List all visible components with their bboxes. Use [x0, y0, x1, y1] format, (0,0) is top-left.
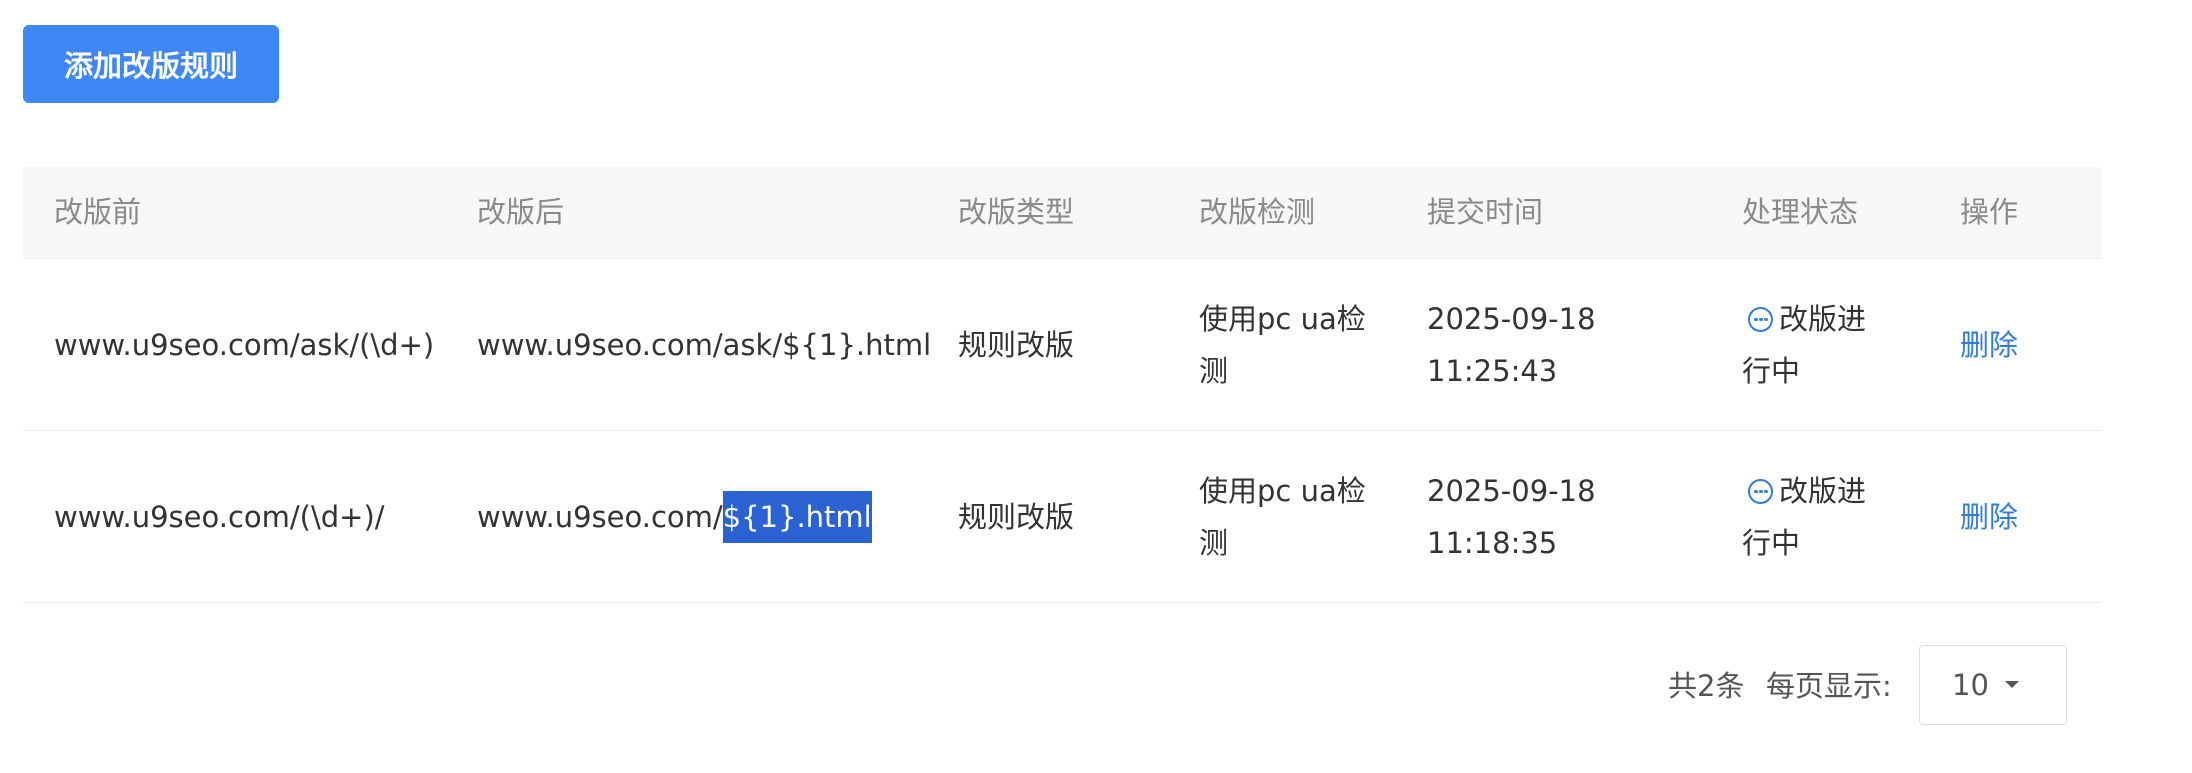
cell-action: 删除: [1960, 259, 2080, 430]
pagination: 共2条 每页显示: 10: [0, 645, 2192, 727]
submit-date: 2025-09-18: [1427, 301, 1596, 336]
caret-down-icon: [2005, 681, 2019, 688]
header-status: 处理状态: [1742, 195, 1859, 229]
cell-action: 删除: [1960, 431, 2080, 602]
cell-check: 使用pc ua检测: [1199, 473, 1366, 560]
header-after: 改版后: [477, 195, 565, 229]
cell-before-url: www.u9seo.com/ask/(\d+): [54, 327, 435, 362]
header-before: 改版前: [54, 195, 142, 229]
table-row: www.u9seo.com/ask/(\d+) www.u9seo.com/as…: [23, 259, 2101, 431]
cell-status: 改版进行中: [1742, 431, 1892, 602]
cell-after-url: www.u9seo.com/${1}.html: [477, 431, 927, 602]
table-header: 改版前 改版后 改版类型 改版检测 提交时间 处理状态 操作: [23, 167, 2101, 259]
header-submit-time: 提交时间: [1427, 195, 1544, 229]
header-type: 改版类型: [958, 195, 1075, 229]
delete-link[interactable]: 删除: [1960, 319, 2018, 371]
per-page-select[interactable]: 10: [1919, 645, 2067, 725]
more-circle-icon: [1748, 306, 1773, 332]
submit-date: 2025-09-18: [1427, 473, 1596, 508]
per-page-label: 每页显示:: [1766, 669, 1892, 703]
selected-text: ${1}.html: [722, 490, 872, 543]
header-check: 改版检测: [1199, 195, 1316, 229]
table-row: www.u9seo.com/(\d+)/ www.u9seo.com/${1}.…: [23, 431, 2101, 603]
cell-after-url: www.u9seo.com/ask/${1}.html: [477, 327, 932, 362]
cell-submit-time: 2025-09-18 11:25:43: [1427, 259, 1647, 430]
cell-type: 规则改版: [958, 327, 1075, 362]
cell-submit-time: 2025-09-18 11:18:35: [1427, 431, 1647, 602]
rules-table: 改版前 改版后 改版类型 改版检测 提交时间 处理状态 操作 www.u9seo…: [23, 167, 2101, 603]
more-circle-icon: [1748, 478, 1773, 504]
per-page-value: 10: [1952, 668, 1989, 702]
cell-before-url: www.u9seo.com/(\d+)/: [54, 499, 385, 534]
header-action: 操作: [1960, 195, 2019, 229]
submit-time: 11:25:43: [1427, 353, 1558, 388]
total-count: 共2条: [1668, 669, 1745, 703]
submit-time: 11:18:35: [1427, 525, 1558, 560]
cell-check: 使用pc ua检测: [1199, 301, 1366, 388]
cell-type: 规则改版: [958, 499, 1075, 534]
delete-link[interactable]: 删除: [1960, 491, 2018, 543]
after-url-prefix: www.u9seo.com/: [477, 499, 723, 534]
add-rule-button[interactable]: 添加改版规则: [23, 25, 279, 103]
cell-status: 改版进行中: [1742, 259, 1892, 430]
